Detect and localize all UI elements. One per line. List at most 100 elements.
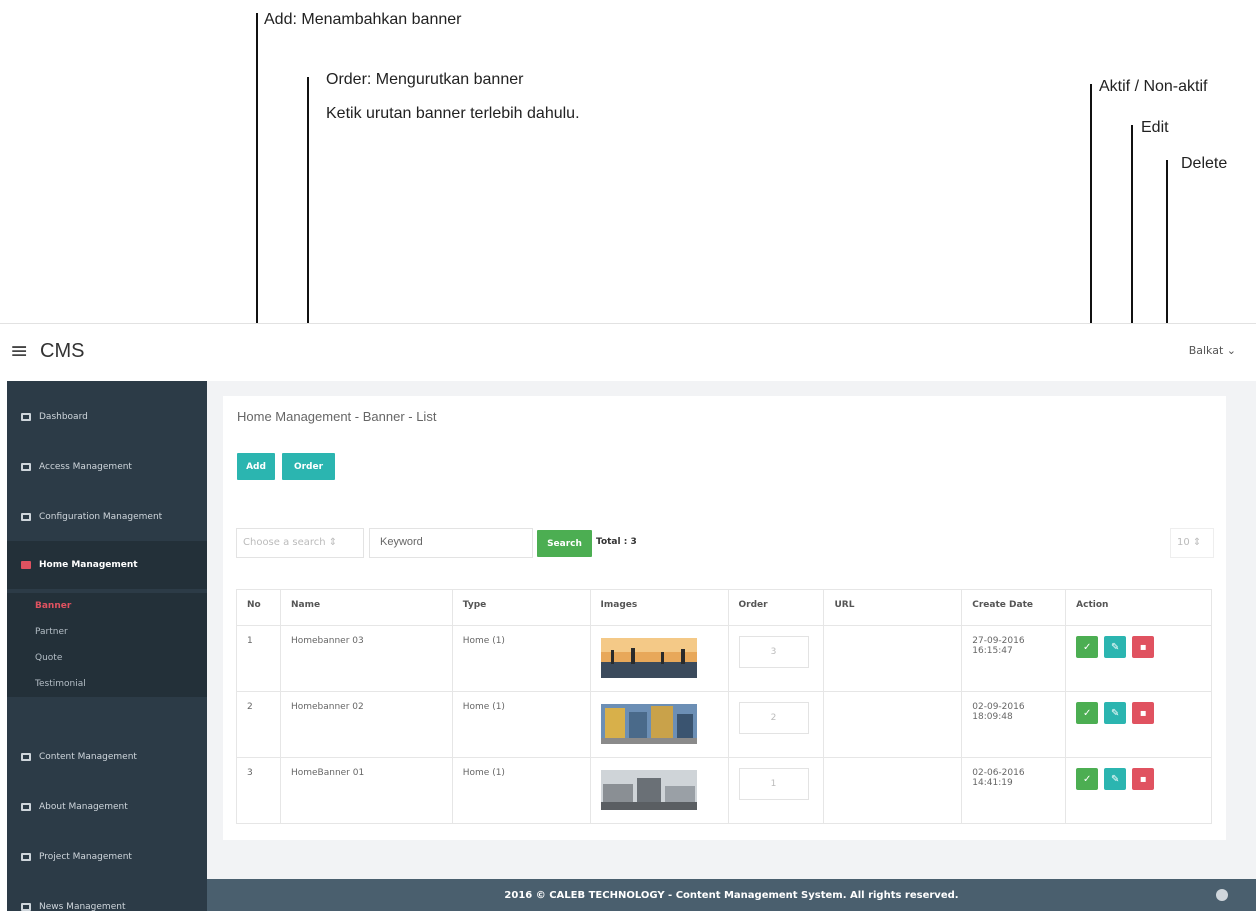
sidebar-subitem-partner[interactable]: Partner: [7, 619, 207, 645]
create-date: 02-09-2016: [972, 702, 1025, 712]
pencil-icon: ✎: [1110, 707, 1120, 719]
cell-image: [589, 757, 729, 824]
cell-no: 1: [236, 625, 281, 692]
create-date: 27-09-2016: [972, 636, 1025, 646]
annotation-order-title: Order: Mengurutkan banner: [326, 71, 524, 88]
user-menu[interactable]: Balkat ⌄: [1189, 344, 1236, 357]
annotation-delete: Delete: [1181, 155, 1228, 172]
column-header-url: URL: [823, 589, 963, 626]
delete-button[interactable]: ▪: [1132, 636, 1155, 658]
add-button[interactable]: Add: [237, 453, 275, 480]
trash-icon: ▪: [1139, 707, 1147, 719]
cell-url: [823, 691, 963, 758]
footer: 2016 © CALEB TECHNOLOGY - Content Manage…: [207, 879, 1256, 911]
cell-order: 3: [727, 625, 825, 692]
sidebar-subitem-label: Quote: [35, 653, 63, 663]
sidebar: Dashboard Access Management Configuratio…: [7, 381, 207, 911]
sidebar-subitem-testimonial[interactable]: Testimonial: [7, 671, 207, 697]
screenshot-root: Add: Menambahkan banner Order: Mengurutk…: [0, 0, 1256, 911]
cell-action: ✓ ✎ ▪: [1065, 691, 1212, 758]
annotation-order-desc: Ketik urutan banner terlebih dahulu.: [326, 105, 580, 122]
dashboard-icon: [21, 413, 31, 421]
check-icon: ✓: [1082, 641, 1092, 653]
sidebar-item-content[interactable]: Content Management: [7, 733, 207, 781]
cell-no: 2: [236, 691, 281, 758]
delete-button[interactable]: ▪: [1132, 702, 1155, 724]
sidebar-item-label: About Management: [39, 802, 128, 812]
column-header-type: Type: [451, 589, 591, 626]
activate-button[interactable]: ✓: [1076, 768, 1099, 790]
order-input[interactable]: 1: [738, 768, 809, 800]
footer-text: 2016 © CALEB TECHNOLOGY - Content Manage…: [504, 889, 959, 901]
cell-type: Home (1): [451, 757, 591, 824]
sidebar-item-label: Configuration Management: [39, 512, 163, 522]
list-icon: [21, 513, 31, 521]
sidebar-item-project[interactable]: Project Management: [7, 833, 207, 881]
create-time: 18:09:48: [972, 712, 1013, 722]
cell-image: [589, 625, 729, 692]
banner-thumbnail-image: [600, 638, 697, 678]
annotation-add: Add: Menambahkan banner: [264, 11, 462, 28]
sidebar-item-label: News Management: [39, 902, 126, 911]
search-field-select[interactable]: Choose a search ⇕: [236, 528, 364, 558]
total-count: Total : 3: [596, 537, 637, 547]
search-button[interactable]: Search: [537, 530, 592, 557]
create-date: 02-06-2016: [972, 768, 1025, 778]
cell-url: [823, 757, 963, 824]
column-header-images: Images: [589, 589, 729, 626]
sidebar-item-configuration[interactable]: Configuration Management: [7, 493, 207, 541]
banner-table: No Name Type Images Order URL Create Dat…: [236, 589, 1212, 824]
sidebar-item-dashboard[interactable]: Dashboard: [7, 393, 207, 441]
list-icon: [21, 561, 31, 569]
sidebar-item-home[interactable]: Home Management: [7, 541, 207, 589]
pencil-icon: ✎: [1110, 773, 1120, 785]
table-row: 2 Homebanner 02 Home (1) 2 02-09-2016 18…: [236, 691, 1212, 758]
sidebar-subitem-label: Testimonial: [35, 679, 86, 689]
create-time: 16:15:47: [972, 646, 1013, 656]
breadcrumb: Home Management - Banner - List: [237, 409, 437, 424]
activate-button[interactable]: ✓: [1076, 636, 1099, 658]
trash-icon: ▪: [1139, 773, 1147, 785]
trash-icon: ▪: [1139, 641, 1147, 653]
keyword-input[interactable]: Keyword: [369, 528, 533, 558]
cell-order: 2: [727, 691, 825, 758]
edit-button[interactable]: ✎: [1104, 702, 1127, 724]
list-icon: [21, 753, 31, 761]
pencil-icon: ✎: [1110, 641, 1120, 653]
sidebar-item-label: Project Management: [39, 852, 132, 862]
cell-create-date: 02-06-2016 14:41:19: [961, 757, 1067, 824]
delete-button[interactable]: ▪: [1132, 768, 1155, 790]
gear-icon: [21, 463, 31, 471]
cell-create-date: 27-09-2016 16:15:47: [961, 625, 1067, 692]
cell-name: HomeBanner 01: [279, 757, 453, 824]
sidebar-item-label: Access Management: [39, 462, 132, 472]
sidebar-item-about[interactable]: About Management: [7, 783, 207, 831]
activate-button[interactable]: ✓: [1076, 702, 1099, 724]
column-header-name: Name: [279, 589, 453, 626]
sidebar-item-label: Home Management: [39, 560, 138, 570]
column-header-create-date: Create Date: [961, 589, 1067, 626]
order-input[interactable]: 2: [738, 702, 809, 734]
menu-icon[interactable]: ≡: [10, 341, 28, 363]
sidebar-subitem-quote[interactable]: Quote: [7, 645, 207, 671]
cell-create-date: 02-09-2016 18:09:48: [961, 691, 1067, 758]
check-icon: ✓: [1082, 707, 1092, 719]
scroll-top-icon[interactable]: [1216, 889, 1228, 901]
table-row: 1 Homebanner 03 Home (1) 3 27-09-2016 16…: [236, 625, 1212, 692]
sidebar-item-access[interactable]: Access Management: [7, 443, 207, 491]
edit-button[interactable]: ✎: [1104, 636, 1127, 658]
cell-type: Home (1): [451, 625, 591, 692]
order-button[interactable]: Order: [282, 453, 335, 480]
order-input[interactable]: 3: [738, 636, 809, 668]
check-icon: ✓: [1082, 773, 1092, 785]
banner-thumbnail-image: [600, 704, 697, 744]
list-icon: [21, 903, 31, 911]
annotation-aktif: Aktif / Non-aktif: [1099, 78, 1208, 95]
cell-name: Homebanner 02: [279, 691, 453, 758]
cell-order: 1: [727, 757, 825, 824]
list-icon: [21, 803, 31, 811]
per-page-select[interactable]: 10 ⇕: [1170, 528, 1214, 558]
sidebar-subitem-banner[interactable]: Banner: [7, 593, 207, 619]
edit-button[interactable]: ✎: [1104, 768, 1127, 790]
sidebar-item-news[interactable]: News Management: [7, 883, 207, 911]
